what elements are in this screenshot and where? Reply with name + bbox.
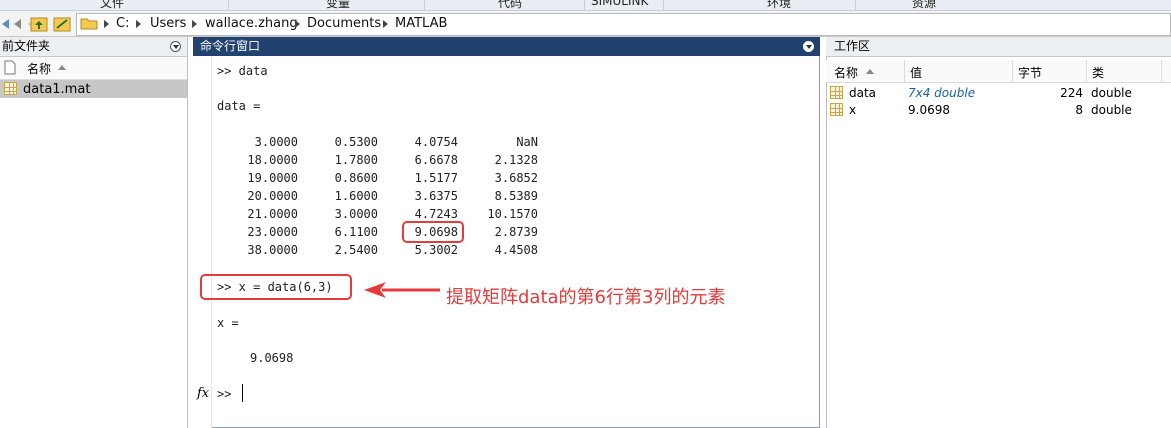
path-segment-matlab[interactable]: MATLAB [395, 16, 447, 31]
col-name[interactable]: 名称 [834, 64, 858, 81]
matrix-cell: 2.1328 [494, 153, 538, 167]
sort-ascending-icon [58, 65, 66, 70]
matrix-cell: 6.6678 [414, 153, 458, 167]
highlight-box [402, 221, 464, 243]
panel-menu-icon[interactable] [803, 41, 814, 52]
matrix-cell: 19.0000 [247, 171, 298, 185]
matrix-cell: 3.6852 [494, 171, 538, 185]
list-item[interactable]: data1.mat [0, 80, 187, 98]
matrix-cell: 1.7800 [334, 153, 378, 167]
file-name: data1.mat [23, 82, 91, 97]
matrix-cell: 2.8739 [494, 225, 538, 239]
tab-simulink[interactable]: SIMULINK [591, 0, 648, 8]
matrix-cell: 20.0000 [247, 189, 298, 203]
path-separator-icon [383, 20, 388, 28]
text-cursor[interactable] [242, 384, 243, 402]
matrix-cell: 21.0000 [247, 207, 298, 221]
col-class[interactable]: 类 [1092, 64, 1104, 81]
command-prompt: >> [217, 387, 232, 401]
folder-icon [80, 18, 98, 30]
matrix-cell: 8.5389 [494, 189, 538, 203]
tab-resources[interactable]: 资源 [912, 0, 936, 10]
path-segment-user[interactable]: wallace.zhang [205, 16, 298, 31]
matrix-cell: 1.6000 [334, 189, 378, 203]
matrix-cell: 4.7243 [414, 207, 458, 221]
path-segment-documents[interactable]: Documents [307, 16, 381, 31]
matrix-cell: 5.3002 [414, 243, 458, 257]
folder-column-header: 名称 [0, 57, 187, 80]
command-window-title: 命令行窗口 [200, 39, 261, 53]
file-type-icon [4, 60, 16, 75]
path-segment-drive[interactable]: C: [116, 16, 129, 31]
matrix-cell: 38.0000 [247, 243, 298, 257]
mat-file-icon [4, 82, 17, 95]
command-gutter [193, 56, 212, 428]
name-column-label[interactable]: 名称 [27, 60, 51, 77]
variable-class: double [1091, 103, 1132, 117]
output-label: x = [217, 316, 239, 330]
matrix-cell: 18.0000 [247, 153, 298, 167]
workspace-title: 工作区 [834, 39, 871, 53]
sort-ascending-icon [866, 69, 874, 74]
arrow-icon [364, 282, 440, 298]
current-folder-title: 前文件夹 [2, 39, 51, 53]
table-row[interactable]: data 7x4 double 224 double [826, 84, 1171, 102]
matrix-cell: 3.0000 [254, 135, 298, 149]
panel-menu-icon[interactable] [170, 41, 181, 52]
tab-environment[interactable]: 环境 [767, 0, 791, 10]
path-separator-icon [295, 20, 300, 28]
matrix-cell: 6.1100 [334, 225, 378, 239]
matrix-cell: 1.5177 [414, 171, 458, 185]
output-label: data = [217, 99, 261, 113]
highlight-box [200, 274, 352, 300]
variable-name: x [849, 103, 857, 117]
matrix-cell: 3.0000 [334, 207, 378, 221]
matrix-cell: 0.8600 [334, 171, 378, 185]
tab-file[interactable]: 文件 [100, 0, 124, 10]
variable-value: 9.0698 [908, 103, 950, 117]
col-value[interactable]: 值 [910, 64, 922, 81]
back-icon[interactable] [2, 19, 9, 29]
variable-class: double [1091, 86, 1132, 100]
annotation-text: 提取矩阵data的第6行第3列的元素 [446, 287, 726, 308]
toolstrip-tabs: 文件 变量 代码 SIMULINK 环境 资源 [0, 0, 1171, 11]
matrix-cell: 4.0754 [414, 135, 458, 149]
workspace-column-header: 名称 值 字节 类 [826, 60, 1171, 83]
tab-code[interactable]: 代码 [498, 0, 522, 10]
browse-folder-icon[interactable] [53, 17, 71, 32]
up-folder-icon[interactable] [30, 17, 48, 32]
matrix-cell: 3.6375 [414, 189, 458, 203]
command-window-header: 命令行窗口 [193, 37, 820, 56]
variable-icon [830, 86, 843, 99]
variable-bytes: 224 [1060, 86, 1083, 100]
matrix-cell: 10.1570 [487, 207, 538, 221]
nav-buttons [2, 17, 71, 32]
table-row[interactable]: x 9.0698 8 double [826, 101, 1171, 119]
command-line: >> data [217, 64, 268, 78]
path-separator-icon [136, 20, 141, 28]
path-separator-icon [104, 20, 109, 28]
variable-value: 7x4 double [908, 86, 976, 100]
matrix-cell: 0.5300 [334, 135, 378, 149]
path-segment-users[interactable]: Users [150, 16, 186, 31]
matrix-cell: NaN [516, 135, 538, 149]
tab-variable[interactable]: 变量 [326, 0, 350, 10]
variable-icon [830, 103, 843, 116]
path-separator-icon [192, 20, 197, 28]
variable-name: data [849, 86, 877, 100]
matrix-cell: 4.4508 [494, 243, 538, 257]
output-value: 9.0698 [250, 351, 294, 365]
matrix-cell: 23.0000 [247, 225, 298, 239]
variable-bytes: 8 [1075, 103, 1083, 117]
col-bytes[interactable]: 字节 [1018, 64, 1042, 81]
function-browser-icon[interactable]: fx [197, 386, 209, 401]
current-folder-header: 前文件夹 [0, 37, 187, 57]
workspace-header: 工作区 [826, 37, 1171, 57]
matrix-cell: 2.5400 [334, 243, 378, 257]
